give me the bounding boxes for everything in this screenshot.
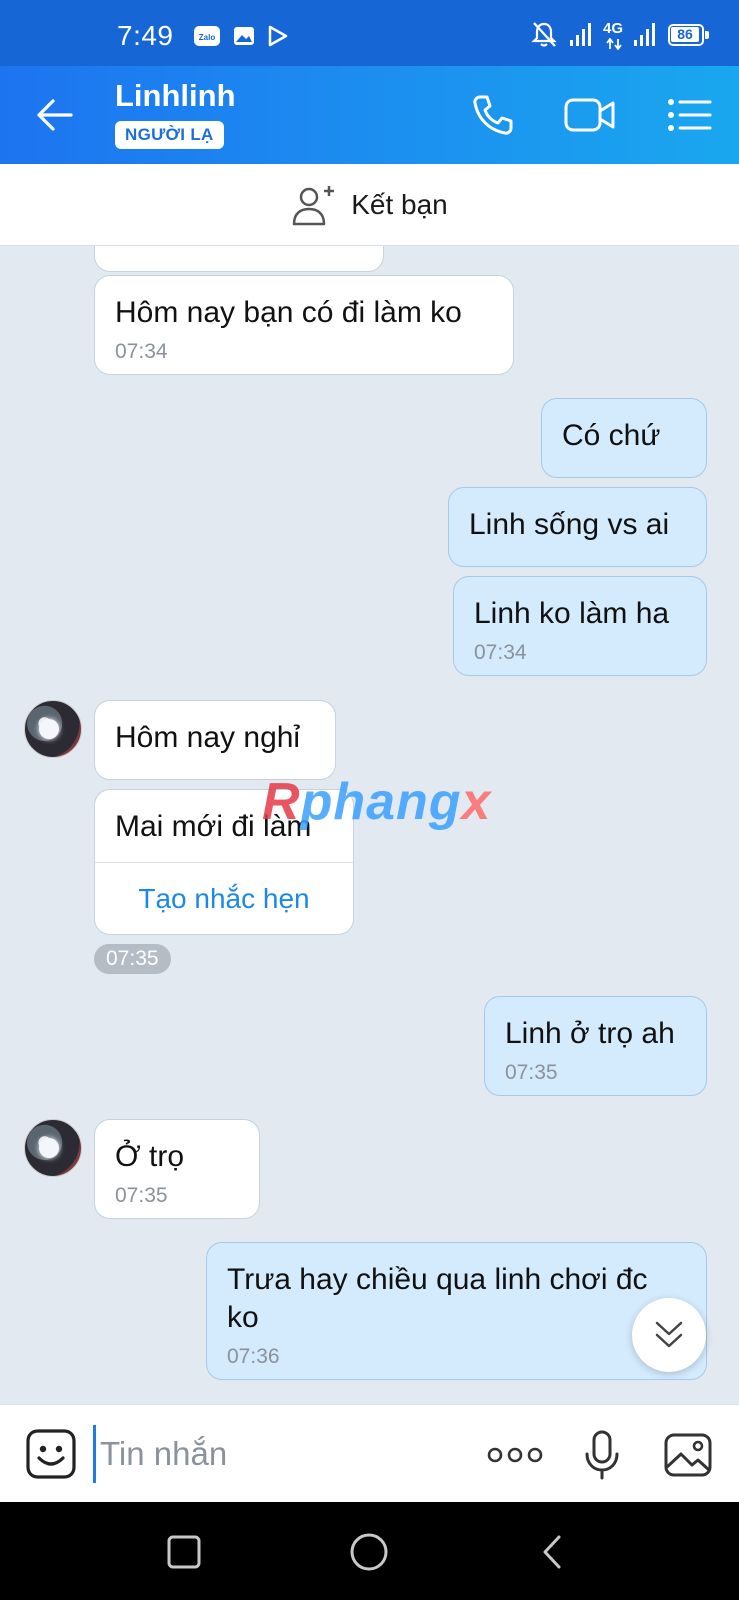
battery-level: 86 [671,27,699,42]
message-bubble-incoming[interactable]: Hôm nay bạn có đi làm ko 07:34 [94,275,514,375]
recent-apps-icon [167,1535,201,1569]
voice-call-button[interactable] [465,88,521,142]
home-button[interactable] [347,1530,391,1574]
add-person-icon [292,185,335,225]
avatar[interactable] [24,700,82,758]
create-reminder-link[interactable]: Tạo nhắc hẹn [95,862,353,934]
battery-tip [705,31,709,39]
message-bubble-incoming[interactable]: Ở trọ 07:35 [94,1119,260,1219]
system-back-button[interactable] [530,1530,574,1574]
gallery-icon [234,27,254,45]
message-bubble-outgoing[interactable]: Linh ở trọ ah 07:35 [484,996,707,1096]
send-image-button[interactable] [662,1429,714,1481]
message-time: 07:35 [115,1184,168,1207]
avatar[interactable] [24,1119,82,1177]
add-friend-label: Kết bạn [351,188,448,220]
message-text: Linh sống vs ai [469,508,670,541]
emoji-sticker-icon [26,1429,76,1479]
message-text: Ở trọ [115,1140,185,1173]
message-input[interactable] [93,1425,453,1483]
message-text: Trưa hay chiều qua linh chơi đc ko [227,1263,648,1334]
message-bubble-outgoing[interactable]: Trưa hay chiều qua linh chơi đc ko 07:36 [206,1242,707,1380]
signal-icon [570,23,591,46]
message-text: Linh ko làm ha [474,597,670,630]
phone-icon [473,95,513,135]
message-text: Hôm nay bạn có đi làm ko [115,296,462,329]
watermark: Rphangx [262,773,492,831]
status-time: 7:49 [117,20,174,51]
back-button[interactable] [30,92,80,138]
network-type: 4G [603,20,624,37]
stranger-badge: NGƯỜI LẠ [115,121,224,149]
more-dots-icon [487,1447,543,1463]
back-icon [543,1535,561,1569]
more-button[interactable] [486,1429,544,1481]
contact-name[interactable]: Linhlinh [115,78,236,114]
signal-icon [634,23,655,46]
system-navigation-bar [0,1502,739,1600]
message-time-pill: 07:35 [94,944,171,974]
add-friend-bar[interactable]: Kết bạn [0,164,739,246]
home-icon [350,1533,388,1571]
message-time: 07:35 [505,1061,558,1084]
play-store-icon [268,25,288,47]
chat-options-button[interactable] [662,88,718,142]
message-time: 07:36 [227,1345,280,1368]
message-text: Linh ở trọ ah [505,1017,675,1050]
message-time: 07:34 [115,340,168,363]
microphone-icon [585,1430,619,1480]
message-text: Có chứ [562,419,661,452]
message-bubble-partial [94,246,384,272]
image-gallery-icon [664,1433,712,1477]
menu-list-icon [668,99,712,131]
message-bubble-outgoing[interactable]: Có chứ [541,398,707,478]
recent-apps-button[interactable] [162,1530,206,1574]
video-camera-icon [564,98,615,132]
message-text: Hôm nay nghỉ [115,721,301,754]
data-arrows-icon [606,38,622,50]
status-bar: 7:49 Zalo 4G 86 [0,0,739,66]
message-time: 07:34 [474,641,527,664]
bell-muted-icon [531,22,557,47]
message-bubble-outgoing[interactable]: Linh ko làm ha 07:34 [453,576,707,676]
chat-header: Linhlinh NGƯỜI LẠ [0,66,739,164]
back-arrow-icon [37,99,73,131]
double-chevron-down-icon [655,1321,683,1348]
svg-text:Zalo: Zalo [199,33,216,42]
message-input-bar [0,1404,739,1502]
message-list[interactable]: Hôm nay bạn có đi làm ko 07:34 Có chứ Li… [0,246,739,1404]
battery-icon: 86 [668,24,704,46]
message-bubble-outgoing[interactable]: Linh sống vs ai [448,487,707,567]
scroll-to-bottom-button[interactable] [632,1298,706,1372]
video-call-button[interactable] [562,88,618,142]
voice-message-button[interactable] [580,1429,624,1481]
message-bubble-incoming[interactable]: Hôm nay nghỉ [94,700,336,780]
zalo-app-icon: Zalo [194,26,220,46]
emoji-button[interactable] [24,1427,78,1481]
